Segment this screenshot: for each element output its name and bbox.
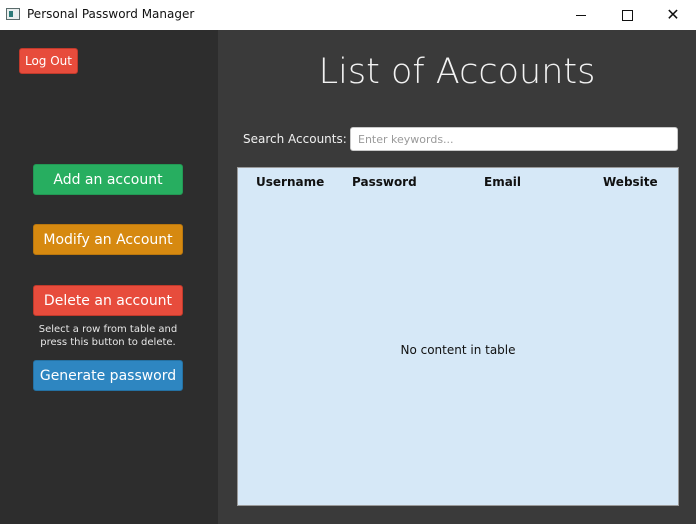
add-account-button[interactable]: Add an account [33, 164, 183, 195]
modify-account-button[interactable]: Modify an Account [33, 224, 183, 255]
close-icon: ✕ [666, 5, 680, 24]
search-label: Search Accounts: [243, 132, 347, 146]
maximize-icon [621, 9, 633, 21]
column-header-website[interactable]: Website [603, 175, 658, 189]
main-panel: List of Accounts Search Accounts: Userna… [218, 30, 696, 524]
logout-button[interactable]: Log Out [19, 48, 78, 74]
empty-table-message: No content in table [400, 343, 516, 357]
search-input[interactable] [350, 127, 678, 151]
delete-hint-text: Select a row from table and press this b… [38, 324, 178, 348]
column-header-username[interactable]: Username [256, 175, 324, 189]
column-header-password[interactable]: Password [352, 175, 417, 189]
minimize-icon [576, 14, 586, 16]
minimize-button[interactable] [558, 0, 604, 30]
sidebar: Log Out Add an account Modify an Account… [0, 30, 218, 524]
app-icon [6, 8, 20, 20]
delete-account-button[interactable]: Delete an account [33, 285, 183, 316]
close-button[interactable]: ✕ [650, 0, 696, 30]
accounts-table[interactable]: Username Password Email Website No conte… [237, 167, 679, 506]
maximize-button[interactable] [604, 0, 650, 30]
column-header-email[interactable]: Email [484, 175, 521, 189]
generate-password-button[interactable]: Generate password [33, 360, 183, 391]
page-title: List of Accounts [318, 52, 596, 92]
title-bar: Personal Password Manager ✕ [0, 0, 696, 30]
window-title: Personal Password Manager [27, 7, 195, 21]
